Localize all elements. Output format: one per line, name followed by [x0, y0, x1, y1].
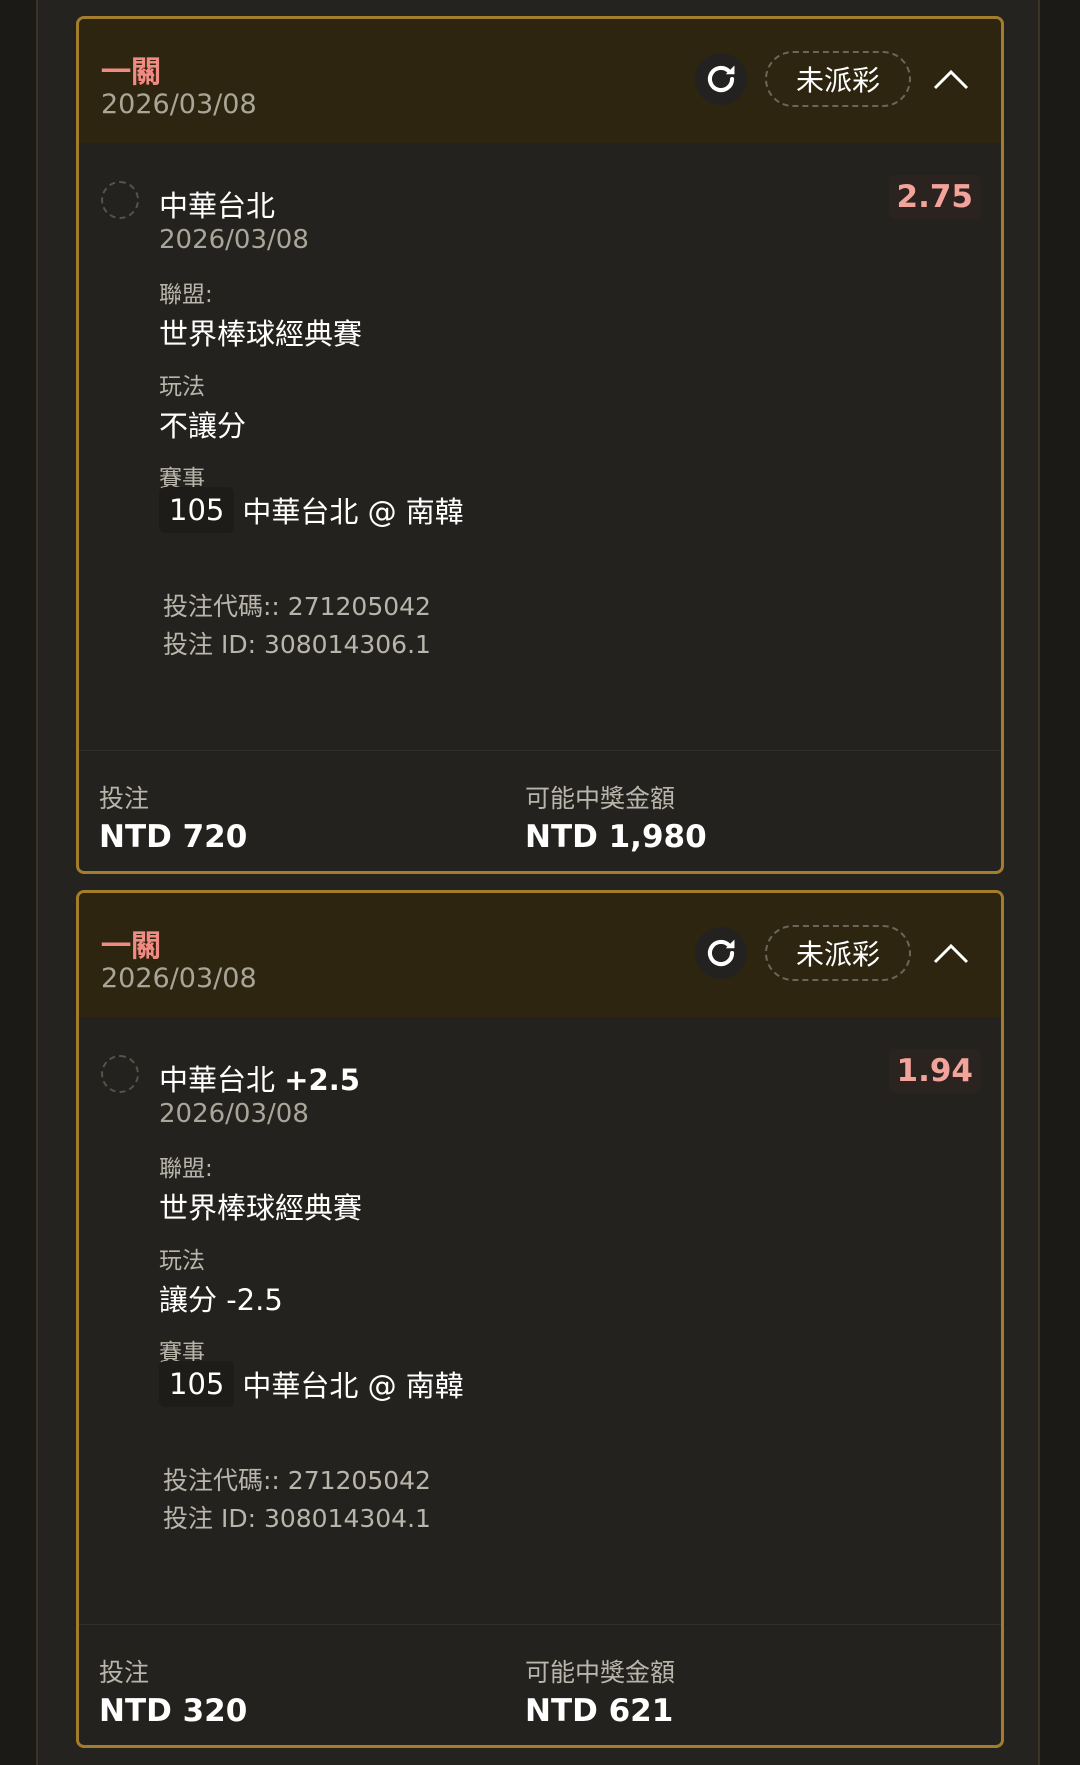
bet-code: 投注代碼:: 271205042 — [163, 592, 431, 621]
event-number: 105 — [159, 1361, 235, 1407]
event-row: 105 中華台北 @ 南韓 — [159, 487, 464, 533]
selection-name: 中華台北 +2.5 — [159, 1057, 360, 1099]
bet-date: 2026/03/08 — [101, 963, 257, 994]
league-value: 世界棒球經典賽 — [159, 317, 363, 351]
payout-label: 可能中獎金額 — [525, 1658, 676, 1687]
bet-card-header[interactable]: 一關 2026/03/08 未派彩 — [79, 893, 1001, 1017]
bet-card: 一關 2026/03/08 未派彩 中華台北 +2.5 1.94 2026/03… — [76, 890, 1004, 1748]
bet-date: 2026/03/08 — [101, 89, 257, 120]
stake-label: 投注 — [99, 784, 150, 813]
collapse-button[interactable] — [931, 63, 971, 95]
collapse-button[interactable] — [931, 937, 971, 969]
refresh-button[interactable] — [695, 927, 747, 979]
bet-card-header[interactable]: 一關 2026/03/08 未派彩 — [79, 19, 1001, 143]
stake-label: 投注 — [99, 1658, 150, 1687]
dashed-circle-icon — [101, 181, 139, 219]
stake-value: NTD 320 — [99, 1693, 248, 1729]
bet-card-footer: 投注 NTD 320 可能中獎金額 NTD 621 — [79, 1625, 1001, 1745]
payout-label: 可能中獎金額 — [525, 784, 676, 813]
payout-value: NTD 621 — [525, 1693, 674, 1729]
market-value: 不讓分 — [159, 409, 247, 443]
league-label: 聯盟: — [159, 282, 213, 308]
selection-team: 中華台北 — [159, 1063, 276, 1097]
refresh-icon — [707, 939, 735, 967]
refresh-icon — [707, 65, 735, 93]
bet-id: 投注 ID: 308014306.1 — [163, 630, 431, 659]
event-number: 105 — [159, 487, 235, 533]
bet-card: 一關 2026/03/08 未派彩 中華台北 2.75 2026/03/08 聯… — [76, 16, 1004, 874]
selection-name: 中華台北 — [159, 183, 275, 225]
status-badge: 未派彩 — [765, 925, 911, 981]
selection-line: +2.5 — [284, 1063, 360, 1097]
market-label: 玩法 — [159, 1248, 205, 1274]
status-badge: 未派彩 — [765, 51, 911, 107]
event-row: 105 中華台北 @ 南韓 — [159, 1361, 464, 1407]
bet-selection: 中華台北 2.75 2026/03/08 聯盟: 世界棒球經典賽 玩法 不讓分 … — [79, 143, 1001, 751]
bet-type-label: 一關 — [101, 929, 161, 964]
odds-value: 1.94 — [888, 1049, 981, 1093]
odds-value: 2.75 — [888, 175, 981, 219]
league-label: 聯盟: — [159, 1156, 213, 1182]
selection-team: 中華台北 — [159, 189, 276, 223]
event-name: 中華台北 @ 南韓 — [242, 1369, 464, 1403]
selection-date: 2026/03/08 — [159, 1099, 309, 1129]
stake-value: NTD 720 — [99, 819, 248, 855]
bet-card-footer: 投注 NTD 720 可能中獎金額 NTD 1,980 — [79, 751, 1001, 871]
bet-id: 投注 ID: 308014304.1 — [163, 1504, 431, 1533]
bet-type-label: 一關 — [101, 55, 161, 90]
refresh-button[interactable] — [695, 53, 747, 105]
bet-selection: 中華台北 +2.5 1.94 2026/03/08 聯盟: 世界棒球經典賽 玩法… — [79, 1017, 1001, 1625]
chevron-up-icon — [933, 69, 969, 90]
selection-date: 2026/03/08 — [159, 225, 309, 255]
event-name: 中華台北 @ 南韓 — [242, 495, 464, 529]
market-value: 讓分 -2.5 — [159, 1283, 283, 1317]
payout-value: NTD 1,980 — [525, 819, 707, 855]
dashed-circle-icon — [101, 1055, 139, 1093]
league-value: 世界棒球經典賽 — [159, 1191, 363, 1225]
bet-code: 投注代碼:: 271205042 — [163, 1466, 431, 1495]
market-label: 玩法 — [159, 374, 205, 400]
chevron-up-icon — [933, 943, 969, 964]
